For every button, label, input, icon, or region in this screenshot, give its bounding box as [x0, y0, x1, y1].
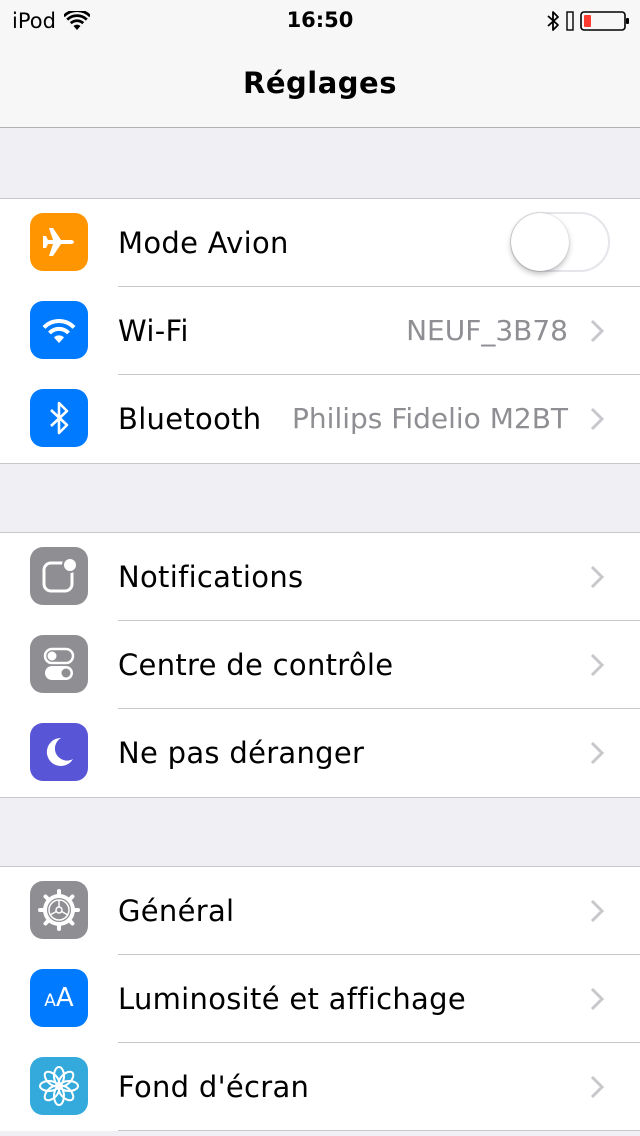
row-wifi[interactable]: Wi-Fi NEUF_3B78	[0, 287, 640, 375]
text-size-glyph: AA	[44, 983, 74, 1013]
row-do-not-disturb[interactable]: Ne pas déranger	[0, 709, 640, 797]
row-bluetooth[interactable]: Bluetooth Philips Fidelio M2BT	[0, 375, 640, 463]
row-wallpaper[interactable]: Fond d'écran	[0, 1043, 640, 1131]
airplane-icon	[30, 213, 88, 271]
chevron-right-icon	[590, 407, 605, 431]
settings-group-general: Général AA Luminosité et affichage Fond …	[0, 866, 640, 1131]
chevron-right-icon	[590, 1075, 605, 1099]
wifi-icon	[30, 301, 88, 359]
chevron-right-icon	[590, 899, 605, 923]
row-general[interactable]: Général	[0, 867, 640, 955]
notifications-icon	[30, 547, 88, 605]
moon-icon	[30, 723, 88, 781]
chevron-right-icon	[590, 987, 605, 1011]
bluetooth-icon	[30, 389, 88, 447]
charging-icon	[566, 11, 574, 31]
row-control-center[interactable]: Centre de contrôle	[0, 621, 640, 709]
control-center-icon	[30, 635, 88, 693]
row-notifications[interactable]: Notifications	[0, 533, 640, 621]
chevron-right-icon	[590, 319, 605, 343]
display-brightness-label: Luminosité et affichage	[118, 982, 466, 1016]
gear-icon	[30, 881, 88, 939]
bluetooth-device-value: Philips Fidelio M2BT	[292, 402, 568, 435]
wifi-label: Wi-Fi	[118, 314, 189, 348]
chevron-right-icon	[590, 565, 605, 589]
chevron-right-icon	[590, 653, 605, 677]
notifications-label: Notifications	[118, 560, 304, 594]
battery-icon	[580, 11, 629, 31]
chevron-right-icon	[590, 741, 605, 765]
wallpaper-label: Fond d'écran	[118, 1070, 310, 1104]
general-label: Général	[118, 894, 235, 928]
row-airplane-mode: Mode Avion	[0, 199, 640, 287]
do-not-disturb-label: Ne pas déranger	[118, 736, 365, 770]
airplane-mode-label: Mode Avion	[118, 226, 289, 260]
bluetooth-label: Bluetooth	[118, 402, 262, 436]
bluetooth-status-icon	[547, 11, 559, 31]
settings-group-network: Mode Avion Wi-Fi NEUF_3B78 Bluetooth Phi…	[0, 198, 640, 464]
wifi-network-value: NEUF_3B78	[406, 314, 568, 347]
airplane-mode-toggle[interactable]	[510, 212, 610, 272]
status-time: 16:50	[286, 8, 354, 32]
settings-group-notifications: Notifications Centre de contrôle Ne pas …	[0, 532, 640, 798]
row-display-brightness[interactable]: AA Luminosité et affichage	[0, 955, 640, 1043]
status-right	[546, 8, 630, 34]
page-title: Réglages	[243, 66, 397, 100]
toggle-knob	[511, 213, 569, 271]
status-bar: iPod 16:50	[0, 0, 640, 40]
control-center-label: Centre de contrôle	[118, 648, 394, 682]
nav-bar: Réglages	[0, 40, 640, 128]
flower-icon	[30, 1057, 88, 1115]
text-size-icon: AA	[30, 969, 88, 1027]
